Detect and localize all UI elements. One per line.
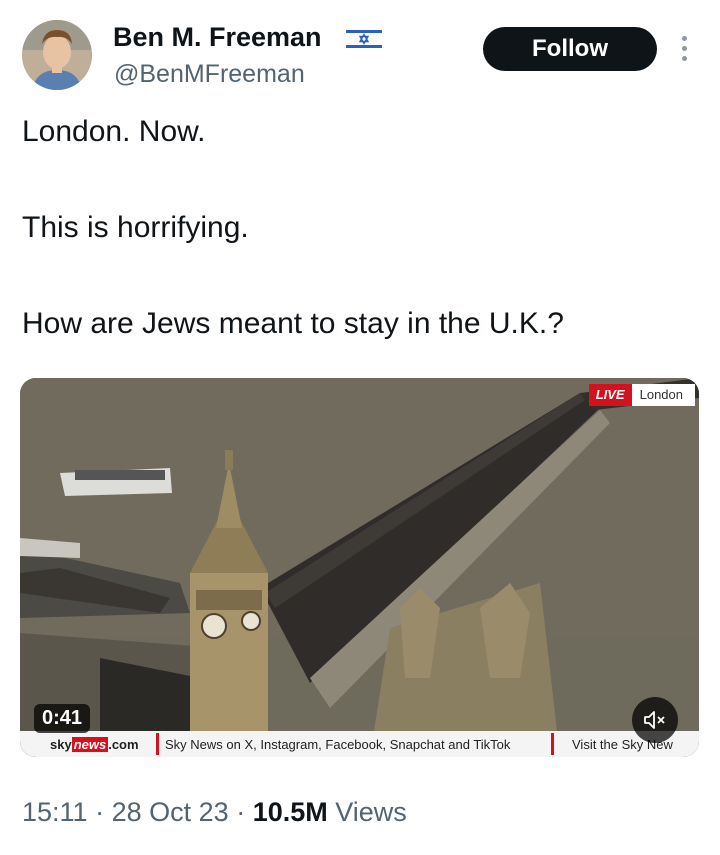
ticker-divider (156, 733, 159, 755)
tweet-date[interactable]: 28 Oct 23 (112, 797, 229, 827)
follow-button[interactable]: Follow (483, 27, 657, 71)
ticker-message: Sky News on X, Instagram, Facebook, Snap… (165, 736, 511, 752)
meta-separator: · (95, 797, 105, 827)
live-label: LIVE (588, 384, 632, 406)
tweet-text-line: London. Now. (22, 115, 206, 148)
tweet-text-line: How are Jews meant to stay in the U.K.? (22, 307, 564, 340)
avatar-image (22, 20, 92, 90)
speaker-muted-icon[interactable] (632, 697, 678, 743)
ticker-divider (551, 733, 554, 755)
display-name[interactable]: Ben M. Freeman (113, 22, 322, 53)
ticker-brand-news: news (71, 736, 109, 752)
views-count: 10.5M (252, 797, 328, 827)
video-player[interactable]: LIVE London sky news .com Sky News on X, I… (20, 378, 699, 757)
ticker-brand-com: .com (108, 736, 139, 752)
avatar[interactable] (22, 20, 92, 90)
news-ticker: sky news .com Sky News on X, Instagram, Fa… (20, 731, 699, 757)
israel-flag-icon (346, 27, 382, 51)
more-vertical-icon[interactable] (676, 36, 692, 66)
live-badge: LIVE London (588, 384, 695, 406)
tweet-meta: 15:11 · 28 Oct 23 · 10.5M Views (22, 797, 407, 828)
live-location: London (631, 384, 695, 406)
aerial-london-image (20, 378, 699, 757)
tweet-time[interactable]: 15:11 (22, 797, 88, 827)
tweet-text-line: This is horrifying. (22, 211, 249, 244)
user-handle[interactable]: @BenMFreeman (114, 60, 305, 89)
meta-separator: · (236, 797, 246, 827)
tweet-header: Ben M. Freeman @BenMFreeman Follow (0, 0, 720, 100)
ticker-brand-sky: sky (50, 736, 72, 752)
ticker-brand: sky news .com (20, 736, 150, 752)
video-duration: 0:41 (34, 704, 91, 733)
views-label: Views (335, 797, 407, 827)
